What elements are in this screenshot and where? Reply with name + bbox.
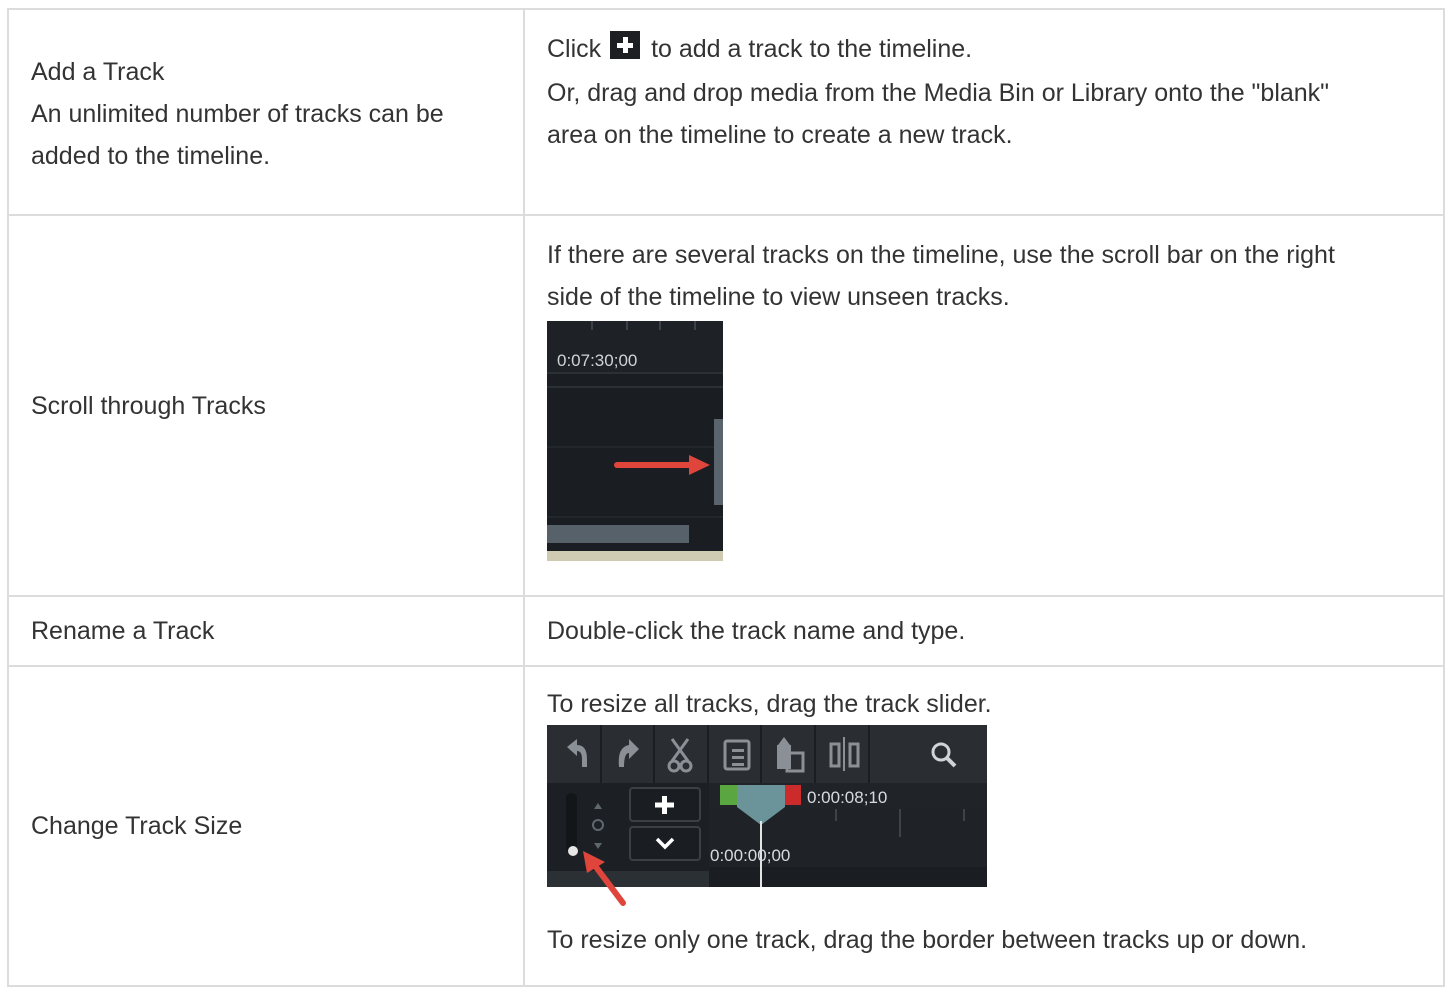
- desc-line: Double-click the track name and type.: [547, 617, 966, 645]
- row-desc-cell: To resize all tracks, drag the track sli…: [523, 665, 1445, 987]
- desc-line: area on the timeline to create a new tra…: [547, 121, 1013, 149]
- desc-line: To resize only one track, drag the borde…: [547, 926, 1308, 954]
- track-slider[interactable]: [566, 793, 577, 853]
- table-row: Scroll through Tracks If there are sever…: [7, 214, 1445, 597]
- row-label: Change Track Size: [31, 812, 243, 840]
- table-row: Add a Track An unlimited number of track…: [7, 8, 1445, 216]
- track-slider-illustration: 0:00:08;10 0:00:00;00: [547, 725, 987, 906]
- row-label-cell: Scroll through Tracks: [7, 214, 525, 597]
- row-label-note: added to the timeline.: [31, 142, 271, 170]
- row-label-note: An unlimited number of tracks can be: [31, 100, 444, 128]
- timeline-scroll-illustration: 0:07:30;00: [547, 321, 723, 561]
- click-word: Click: [547, 35, 602, 63]
- bottom-strip: [547, 551, 723, 561]
- out-point-marker[interactable]: [785, 785, 801, 805]
- clip-bar: [547, 525, 689, 543]
- scroll-bar[interactable]: [714, 419, 723, 505]
- desc-line: To resize all tracks, drag the track sli…: [547, 690, 992, 718]
- in-point-marker[interactable]: [720, 785, 738, 805]
- timecode-bottom: 0:00:00;00: [710, 846, 790, 865]
- row-desc-cell: Double-click the track name and type.: [523, 595, 1445, 667]
- row-desc-cell: If there are several tracks on the timel…: [523, 214, 1445, 597]
- add-track-plus-icon[interactable]: [610, 31, 641, 59]
- row-label-cell: Rename a Track: [7, 595, 525, 667]
- timecode-label: 0:07:30;00: [557, 351, 637, 370]
- row-label: Rename a Track: [31, 617, 215, 645]
- row-label-cell: Change Track Size: [7, 665, 525, 987]
- scroll-tracks-screenshot: 0:07:30;00: [547, 321, 723, 561]
- timecode-top: 0:00:08;10: [807, 788, 887, 807]
- table-row: Change Track Size To resize all tracks, …: [7, 665, 1445, 987]
- desc-text: to add a track to the timeline.: [651, 35, 973, 63]
- row-desc-cell: Click to add a track to the timeline. Or…: [523, 8, 1445, 216]
- desc-line: Click to add a track to the timeline.: [547, 26, 1421, 72]
- collapse-button[interactable]: [629, 826, 701, 861]
- row-label: Add a Track: [31, 58, 165, 86]
- track-size-screenshot: 0:00:08;10 0:00:00;00: [547, 725, 987, 909]
- table-row: Rename a Track Double-click the track na…: [7, 595, 1445, 667]
- desc-line: If there are several tracks on the timel…: [547, 241, 1335, 269]
- help-table: Add a Track An unlimited number of track…: [7, 8, 1445, 987]
- row-label: Scroll through Tracks: [31, 391, 266, 420]
- desc-line: Or, drag and drop media from the Media B…: [547, 79, 1330, 107]
- desc-line: side of the timeline to view unseen trac…: [547, 283, 1010, 311]
- track-slider-handle[interactable]: [568, 846, 578, 856]
- row-label-cell: Add a Track An unlimited number of track…: [7, 8, 525, 216]
